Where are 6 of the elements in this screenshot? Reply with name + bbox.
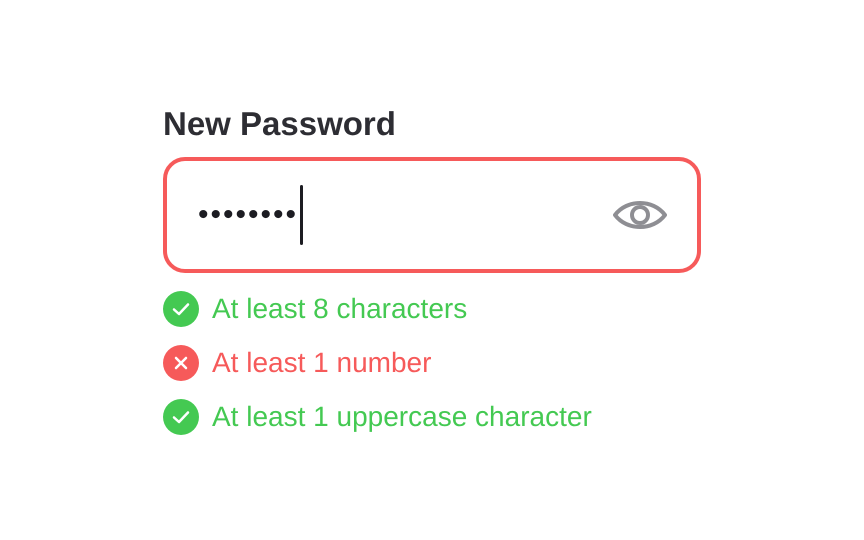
requirement-text: At least 1 uppercase character <box>212 400 592 434</box>
field-label: New Password <box>163 104 396 144</box>
password-value: •••••••• <box>198 200 298 230</box>
password-field[interactable]: •••••••• <box>163 157 701 273</box>
requirement-text: At least 1 number <box>212 346 432 380</box>
requirement-text: At least 8 characters <box>212 292 468 326</box>
